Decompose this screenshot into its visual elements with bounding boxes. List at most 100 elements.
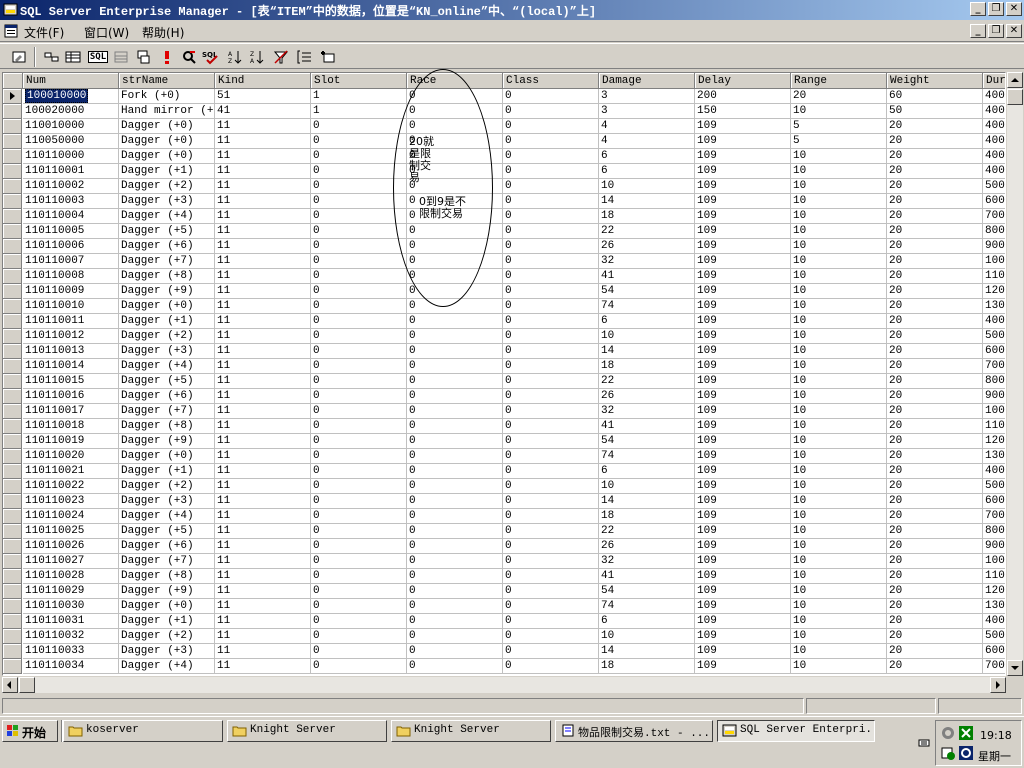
table-cell-strname[interactable]: Dagger (+5)	[119, 224, 215, 239]
table-cell-race[interactable]: 0	[407, 524, 503, 539]
row-selector[interactable]	[3, 224, 22, 239]
table-cell-kind[interactable]: 11	[215, 284, 311, 299]
taskbar-button[interactable]: 物品限制交易.txt - ...	[555, 720, 713, 742]
table-cell-class[interactable]: 0	[503, 164, 599, 179]
table-cell-delay[interactable]: 109	[695, 209, 791, 224]
row-selector[interactable]	[3, 524, 22, 539]
table-cell-dura[interactable]: 4000	[983, 614, 1005, 629]
table-cell-dura[interactable]: 4000	[983, 464, 1005, 479]
table-cell-class[interactable]: 0	[503, 434, 599, 449]
table-cell-kind[interactable]: 11	[215, 464, 311, 479]
table-cell-class[interactable]: 0	[503, 659, 599, 674]
table-cell-race[interactable]: 0	[407, 374, 503, 389]
table-cell-dura[interactable]: 4000	[983, 164, 1005, 179]
table-cell-damage[interactable]: 54	[599, 584, 695, 599]
table-cell-num[interactable]: 110110026	[23, 539, 119, 554]
table-cell-slot[interactable]: 0	[311, 404, 407, 419]
table-cell-class[interactable]: 0	[503, 299, 599, 314]
table-cell-class[interactable]: 0	[503, 464, 599, 479]
table-cell-slot[interactable]: 0	[311, 344, 407, 359]
table-cell-kind[interactable]: 11	[215, 149, 311, 164]
table-cell-delay[interactable]: 109	[695, 164, 791, 179]
table-cell-delay[interactable]: 200	[695, 89, 791, 104]
table-cell-strname[interactable]: Dagger (+4)	[119, 509, 215, 524]
row-selector[interactable]	[3, 119, 22, 134]
table-cell-delay[interactable]: 109	[695, 554, 791, 569]
table-cell-range[interactable]: 10	[791, 329, 887, 344]
row-selector[interactable]	[3, 434, 22, 449]
table-cell-kind[interactable]: 11	[215, 359, 311, 374]
table-cell-num[interactable]: 110110029	[23, 584, 119, 599]
table-cell-kind[interactable]: 11	[215, 434, 311, 449]
taskbar-button[interactable]: Knight Server	[227, 720, 387, 742]
table-cell-range[interactable]: 10	[791, 359, 887, 374]
menu-window[interactable]: 窗口(W)	[84, 24, 129, 41]
table-row[interactable]: 110110031 Dagger (+1) 11 0 0 0 6 109 10 20 4000	[3, 614, 1005, 629]
table-cell-class[interactable]: 0	[503, 134, 599, 149]
table-cell-class[interactable]: 0	[503, 239, 599, 254]
table-row[interactable]: 110110025 Dagger (+5) 11 0 0 0 22 109 10 20 8000	[3, 524, 1005, 539]
table-cell-damage[interactable]: 3	[599, 104, 695, 119]
table-cell-kind[interactable]: 11	[215, 554, 311, 569]
table-cell-race[interactable]: 0	[407, 239, 503, 254]
child-restore-button[interactable]: ❐	[988, 24, 1004, 38]
table-cell-kind[interactable]: 11	[215, 329, 311, 344]
table-cell-slot[interactable]: 0	[311, 479, 407, 494]
table-cell-dura[interactable]: 1200	[983, 584, 1005, 599]
table-cell-dura[interactable]: 4000	[983, 314, 1005, 329]
table-cell-delay[interactable]: 109	[695, 299, 791, 314]
table-row[interactable]: 110110027 Dagger (+7) 11 0 0 0 32 109 10 20 1000	[3, 554, 1005, 569]
table-row[interactable]: 110110001Dagger (+1)11000610910204000	[3, 164, 1005, 179]
table-cell-strname[interactable]: Dagger (+0)	[119, 134, 215, 149]
table-cell-slot[interactable]: 0	[311, 644, 407, 659]
table-cell-damage[interactable]: 4	[599, 134, 695, 149]
table-cell-num[interactable]: 110110015	[23, 374, 119, 389]
table-row[interactable]: 110110021 Dagger (+1) 11 0 0 0 6 109 10 20 4000	[3, 464, 1005, 479]
table-cell-slot[interactable]: 0	[311, 659, 407, 674]
table-cell-slot[interactable]: 0	[311, 299, 407, 314]
table-cell-damage[interactable]: 22	[599, 224, 695, 239]
keyboard-icon[interactable]	[918, 737, 930, 749]
table-cell-slot[interactable]: 0	[311, 284, 407, 299]
table-cell-weight[interactable]: 20	[887, 209, 983, 224]
table-cell-range[interactable]: 10	[791, 569, 887, 584]
table-cell-num[interactable]: 110110025	[23, 524, 119, 539]
table-cell-slot[interactable]: 0	[311, 194, 407, 209]
table-cell-weight[interactable]: 20	[887, 584, 983, 599]
table-cell-race[interactable]: 0	[407, 314, 503, 329]
table-cell-delay[interactable]: 109	[695, 179, 791, 194]
table-cell-class[interactable]: 0	[503, 629, 599, 644]
table-cell-slot[interactable]: 0	[311, 359, 407, 374]
row-selector[interactable]	[3, 254, 22, 269]
table-cell-class[interactable]: 0	[503, 104, 599, 119]
table-cell-weight[interactable]: 20	[887, 629, 983, 644]
table-cell-weight[interactable]: 20	[887, 599, 983, 614]
table-cell-weight[interactable]: 60	[887, 89, 983, 104]
table-cell-delay[interactable]: 109	[695, 149, 791, 164]
table-cell-slot[interactable]: 0	[311, 524, 407, 539]
row-selector[interactable]	[3, 419, 22, 434]
table-cell-weight[interactable]: 50	[887, 104, 983, 119]
table-cell-slot[interactable]: 0	[311, 389, 407, 404]
table-cell-dura[interactable]: 1000	[983, 254, 1005, 269]
table-cell-strname[interactable]: Dagger (+5)	[119, 374, 215, 389]
table-cell-delay[interactable]: 109	[695, 584, 791, 599]
table-cell-range[interactable]: 10	[791, 194, 887, 209]
table-cell-class[interactable]: 0	[503, 479, 599, 494]
table-cell-strname[interactable]: Dagger (+2)	[119, 179, 215, 194]
table-cell-class[interactable]: 0	[503, 569, 599, 584]
table-cell-range[interactable]: 10	[791, 314, 887, 329]
table-cell-dura[interactable]: 1000	[983, 554, 1005, 569]
table-row[interactable]: 110110007 Dagger (+7) 11 0 0 0 32 109 10 20 1000	[3, 254, 1005, 269]
table-cell-race[interactable]: 0	[407, 554, 503, 569]
table-cell-weight[interactable]: 20	[887, 164, 983, 179]
column-header-weight[interactable]: Weight	[887, 73, 983, 89]
horizontal-scroll-thumb[interactable]	[19, 677, 35, 693]
table-cell-num[interactable]: 110110032	[23, 629, 119, 644]
table-cell-dura[interactable]: 7000	[983, 509, 1005, 524]
table-cell-kind[interactable]: 11	[215, 524, 311, 539]
table-cell-delay[interactable]: 109	[695, 314, 791, 329]
table-cell-class[interactable]: 0	[503, 404, 599, 419]
table-cell-num[interactable]: 110110024	[23, 509, 119, 524]
title-bar[interactable]: SQL Server Enterprise Manager - [表“ITEM”…	[0, 0, 1024, 20]
